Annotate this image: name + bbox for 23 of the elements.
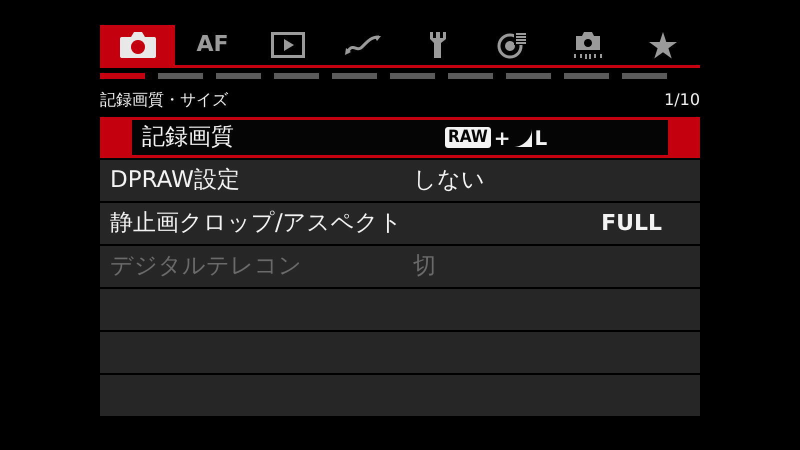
- menu-tab[interactable]: [100, 25, 175, 65]
- page-number: 1/10: [664, 89, 700, 111]
- star-icon: [648, 32, 676, 58]
- wave-arrows-icon: [344, 34, 382, 56]
- item-label: 記録画質: [142, 123, 235, 152]
- camera-icon: [118, 31, 156, 59]
- item-value: L: [534, 124, 548, 152]
- item-value: +: [494, 124, 510, 152]
- menu-item[interactable]: 静止画クロップ/アスペクト FULL: [100, 203, 700, 244]
- menu-item[interactable]: DPRAW設定 しない: [100, 160, 700, 201]
- item-label: 静止画クロップ/アスペクト: [110, 209, 404, 238]
- item-label: DPRAW設定: [110, 166, 241, 196]
- pie-chart-icon: [496, 31, 528, 59]
- playback-icon: [270, 32, 304, 58]
- item-label: デジタルテレコン: [110, 252, 303, 282]
- item-value: しない: [413, 166, 485, 196]
- raw-badge: RAW: [445, 127, 491, 148]
- section-title: 記録画質・サイズ: [100, 89, 228, 111]
- menu-item[interactable]: 記録画質 RAW + L: [100, 117, 700, 158]
- menu-tab[interactable]: AF: [175, 25, 250, 65]
- item-value: FULL: [601, 210, 662, 238]
- camera-icon: [572, 30, 604, 60]
- item-value: 切: [413, 252, 436, 282]
